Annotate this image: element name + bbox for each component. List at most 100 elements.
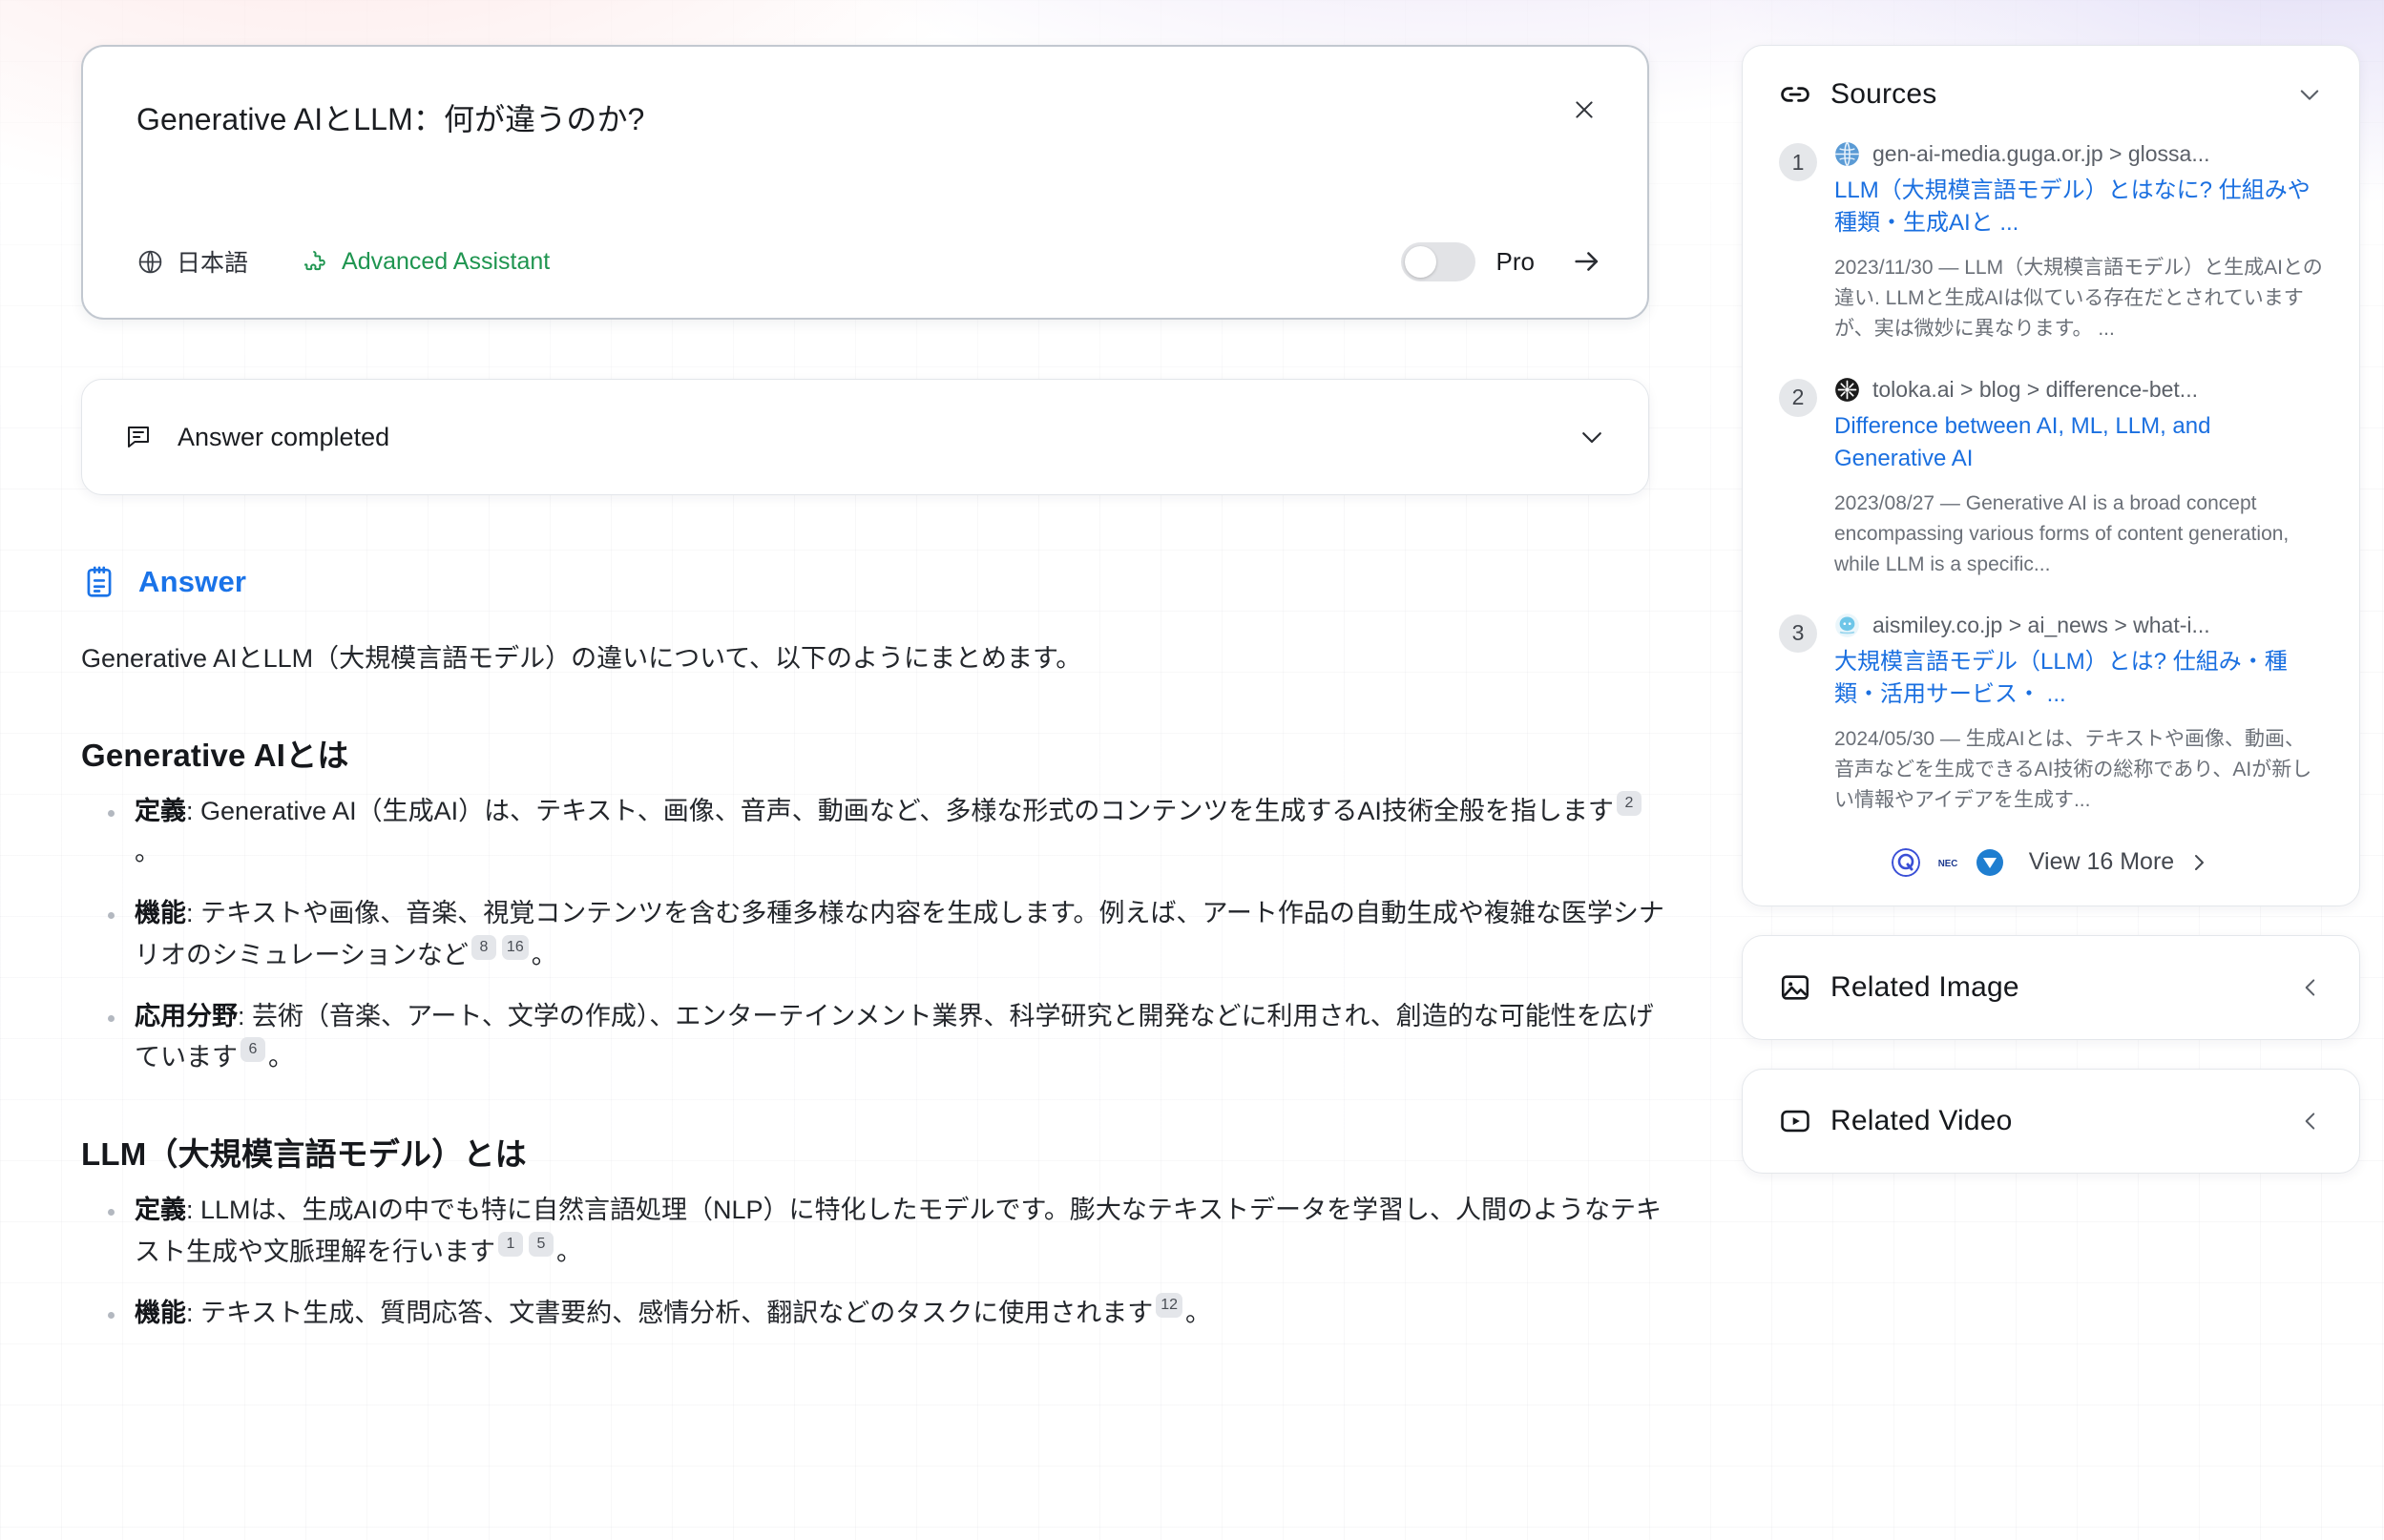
- globe-favicon: [1834, 141, 1860, 167]
- sources-panel: Sources 1 gen-ai-media.guga.or.jp > gloss…: [1742, 45, 2360, 906]
- main-content-column: Generative AIとLLM：何が違うのか? 日本語 Advanced A…: [81, 45, 1664, 1353]
- globe-icon: [138, 250, 162, 273]
- answer-bullet-list: 定義: Generative AI（生成AI）は、テキスト、画像、音声、動画など…: [81, 790, 1665, 1079]
- related-image-expand-toggle[interactable]: [2298, 975, 2323, 1000]
- related-video-panel[interactable]: Related Video: [1742, 1068, 2360, 1174]
- source-snippet: 2024/05/30 — 生成AIとは、テキストや画像、動画、音声などを生成でき…: [1834, 727, 2312, 811]
- view-more-label: View 16 More: [2028, 848, 2175, 876]
- zenn-favicon: [1976, 848, 2004, 877]
- sources-collapse-toggle[interactable]: [2296, 81, 2323, 108]
- toloka-favicon: [1834, 377, 1860, 403]
- bullet-text: : テキスト生成、質問応答、文書要約、感情分析、翻訳などのタスクに使用されます: [186, 1298, 1154, 1327]
- link-icon: [1781, 87, 1809, 102]
- notepad-icon: [87, 566, 112, 597]
- source-url: toloka.ai > blog > difference-bet...: [1872, 376, 2198, 402]
- bullet-term: 機能: [135, 1298, 186, 1327]
- answer-bullet-list: 定義: LLMは、生成AIの中でも特に自然言語処理（NLP）に特化したモデルです…: [81, 1190, 1665, 1334]
- source-content: toloka.ai > blog > difference-bet... Diff…: [1834, 377, 2323, 580]
- query-footer: 日本語 Advanced Assistant Pro: [136, 239, 1609, 283]
- bullet-text: : 芸術（音楽、アート、文学の作成）、エンターテインメント業界、科学研究と開発な…: [135, 1001, 1654, 1072]
- citation-badge[interactable]: 2: [1616, 790, 1642, 816]
- answer-sections: Generative AIとは 定義: Generative AI（生成AI）は、…: [81, 730, 1665, 1335]
- bullet-term: 応用分野: [135, 1001, 238, 1030]
- query-card: Generative AIとLLM：何が違うのか? 日本語 Advanced A…: [81, 45, 1649, 320]
- bullet-tail: 。: [531, 940, 557, 969]
- citation-badge[interactable]: 8: [471, 934, 496, 960]
- close-button[interactable]: [1563, 89, 1605, 131]
- bullet-term: 定義: [135, 796, 186, 825]
- sources-panel-header: Sources: [1779, 78, 2323, 111]
- chevron-down-icon: [2300, 90, 2319, 100]
- sources-list: 1 gen-ai-media.guga.or.jp > glossa... LLM（…: [1779, 141, 2323, 816]
- source-url-row: gen-ai-media.guga.or.jp > glossa...: [1834, 141, 2323, 167]
- sidebar-column: Sources 1 gen-ai-media.guga.or.jp > gloss…: [1742, 45, 2360, 1174]
- citation-badge[interactable]: 12: [1156, 1292, 1182, 1318]
- source-item[interactable]: 2 toloka.ai > blog > difference-bet... Dif…: [1779, 377, 2323, 580]
- bullet-tail: 。: [135, 838, 160, 867]
- nec-favicon-glyph: NEC: [1938, 858, 1958, 868]
- related-image-panel[interactable]: Related Image: [1742, 934, 2360, 1040]
- citation-badge[interactable]: 6: [240, 1037, 265, 1063]
- answer-title: Answer: [138, 565, 247, 598]
- bullet-tail: 。: [1185, 1298, 1211, 1327]
- language-selector[interactable]: 日本語: [136, 244, 248, 279]
- answer-bullet: 定義: LLMは、生成AIの中でも特に自然言語処理（NLP）に特化したモデルです…: [81, 1190, 1665, 1273]
- source-snippet: 2023/08/27 — Generative AI is a broad co…: [1834, 492, 2290, 575]
- answer-bullet: 機能: テキスト生成、質問応答、文書要約、感情分析、翻訳などのタスクに使用されま…: [81, 1292, 1665, 1335]
- chevron-down-icon: [1582, 432, 1601, 444]
- puzzle-piece-icon: [303, 250, 325, 270]
- pro-label: Pro: [1495, 246, 1535, 276]
- bullet-text: : Generative AI（生成AI）は、テキスト、画像、音声、動画など、多…: [186, 796, 1614, 825]
- answer-header: Answer: [81, 564, 1656, 600]
- source-snippet: 2023/11/30 — LLM（大規模言語モデル）と生成AIとの違い. LLM…: [1834, 257, 2323, 340]
- source-item[interactable]: 1 gen-ai-media.guga.or.jp > glossa... LLM（…: [1779, 141, 2323, 344]
- source-content: aismiley.co.jp > ai_news > what-i... 大規模言…: [1834, 613, 2323, 816]
- answer-status-card[interactable]: Answer completed: [81, 379, 1649, 495]
- answer-bullet: 定義: Generative AI（生成AI）は、テキスト、画像、音声、動画など…: [81, 790, 1665, 874]
- submit-button[interactable]: [1565, 239, 1609, 283]
- assistant-mode-selector[interactable]: Advanced Assistant: [302, 248, 550, 276]
- citation-badge[interactable]: 5: [529, 1231, 554, 1257]
- related-image-title: Related Image: [1830, 970, 2019, 1003]
- source-index-badge: 3: [1779, 614, 1817, 653]
- bullet-tail: 。: [556, 1237, 582, 1266]
- bullet-text: : テキストや画像、音楽、視覚コンテンツを含む多種多様な内容を生成します。例えば…: [135, 899, 1664, 969]
- source-index-badge: 2: [1779, 378, 1817, 417]
- page-root: Generative AIとLLM：何が違うのか? 日本語 Advanced A…: [0, 0, 2384, 1540]
- related-image-header: Related Image: [1779, 971, 2323, 1004]
- source-url-row: aismiley.co.jp > ai_news > what-i...: [1834, 613, 2323, 638]
- query-text: Generative AIとLLM：何が違うのか?: [136, 102, 645, 136]
- chevron-left-icon: [2305, 979, 2315, 996]
- zenn-favicon-glyph: [1976, 848, 2003, 876]
- qiita-favicon: [1891, 847, 1920, 877]
- aismiley-favicon-glyph: [1835, 613, 1859, 637]
- citation-badge[interactable]: 1: [498, 1231, 523, 1257]
- sources-panel-title: Sources: [1830, 78, 1937, 110]
- status-text: Answer completed: [178, 422, 390, 451]
- video-icon: [1781, 1110, 1809, 1132]
- pro-toggle[interactable]: [1400, 241, 1475, 281]
- citation-badge[interactable]: 16: [501, 934, 529, 960]
- close-icon: [1576, 101, 1593, 118]
- qiita-favicon-glyph: [1891, 847, 1920, 877]
- aismiley-favicon: [1834, 613, 1860, 638]
- globe-favicon-glyph: [1835, 141, 1859, 167]
- related-video-expand-toggle[interactable]: [2298, 1109, 2323, 1134]
- view-more-sources-button[interactable]: NEC View 16 More: [1779, 847, 2323, 877]
- answer-bullet: 応用分野: 芸術（音楽、アート、文学の作成）、エンターテインメント業界、科学研究…: [81, 996, 1665, 1079]
- status-collapse-toggle[interactable]: [1578, 423, 1606, 451]
- bullet-term: 定義: [135, 1196, 186, 1225]
- source-title-link[interactable]: LLM（大規模言語モデル）とはなに? 仕組みや種類・生成AIと ...: [1834, 175, 2323, 239]
- related-video-title: Related Video: [1830, 1104, 2013, 1136]
- toloka-favicon-glyph: [1835, 378, 1859, 402]
- source-item[interactable]: 3 aismiley.co.jp > ai_news > what-i... 大規模…: [1779, 613, 2323, 816]
- answer-section-heading: LLM（大規模言語モデル）とは: [81, 1136, 527, 1173]
- assistant-mode-label: Advanced Assistant: [342, 247, 551, 275]
- source-index-badge: 1: [1779, 143, 1817, 181]
- chevron-right-icon: [2195, 854, 2205, 870]
- source-title-link[interactable]: 大規模言語モデル（LLM）とは? 仕組み・種類・活用サービス・ ...: [1834, 646, 2323, 711]
- image-icon: [1781, 975, 1809, 1000]
- source-title-link[interactable]: Difference between AI, ML, LLM, and Gene…: [1834, 410, 2323, 475]
- language-label: 日本語: [177, 250, 249, 277]
- bullet-text: : LLMは、生成AIの中でも特に自然言語処理（NLP）に特化したモデルです。膨…: [135, 1196, 1663, 1266]
